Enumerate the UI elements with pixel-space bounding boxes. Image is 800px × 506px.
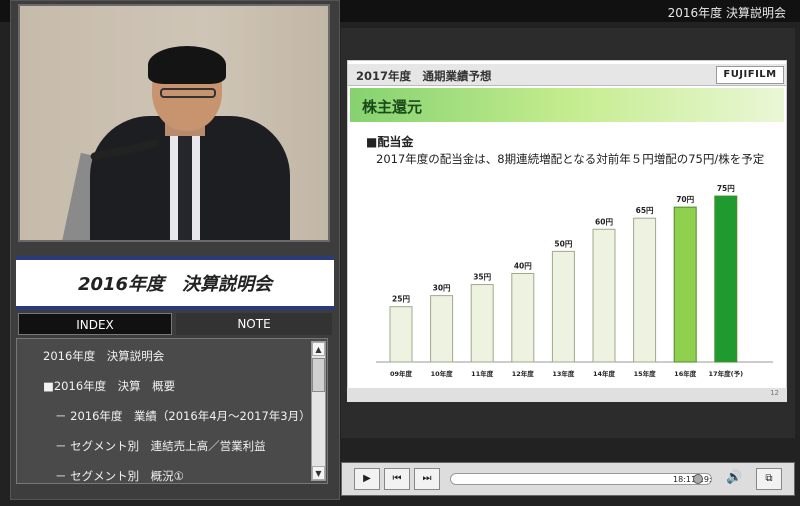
bar-value-label: 65円 bbox=[636, 206, 654, 215]
scroll-down-icon[interactable]: ▼ bbox=[312, 466, 325, 480]
bar-value-label: 30円 bbox=[433, 284, 451, 293]
skip-back-icon[interactable]: ⏮ bbox=[384, 468, 410, 490]
bar-value-label: 40円 bbox=[514, 262, 532, 271]
x-tick-label: 12年度 bbox=[512, 369, 535, 378]
bar-value-label: 75円 bbox=[717, 184, 735, 193]
seek-knob[interactable] bbox=[692, 474, 703, 484]
x-tick-label: 14年度 bbox=[593, 369, 616, 378]
slide-page-number: 12 bbox=[770, 389, 779, 397]
x-tick-label: 13年度 bbox=[552, 369, 575, 378]
fujifilm-logo: FUJIFILM bbox=[716, 66, 784, 84]
x-tick-label: 16年度 bbox=[674, 369, 697, 378]
index-item-3[interactable]: － 2016年度 業績（2016年4月～2017年3月） bbox=[55, 408, 311, 424]
bar-value-label: 60円 bbox=[595, 217, 613, 226]
video-player[interactable] bbox=[18, 4, 330, 242]
index-scrollbar[interactable]: ▲ ▼ bbox=[311, 341, 326, 481]
event-title: 2016年度 決算説明会 bbox=[77, 274, 273, 295]
bar-7 bbox=[673, 206, 697, 363]
x-tick-label: 17年度(予) bbox=[709, 369, 744, 378]
x-tick-label: 11年度 bbox=[471, 369, 494, 378]
bar-4 bbox=[551, 250, 575, 363]
slide-banner: 株主還元 bbox=[350, 88, 784, 122]
bar-3 bbox=[511, 273, 535, 363]
logo-text: FUJIFILM bbox=[723, 69, 777, 80]
slide-banner-title: 株主還元 bbox=[362, 98, 423, 116]
window-mode-icon[interactable]: ⧉ bbox=[756, 468, 782, 490]
window-title: 2016年度 決算説明会 bbox=[667, 6, 786, 20]
dividend-chart: 25円 09年度 30円 10年度 35円 11年度 40円 12年度 50円 13年度 60円 14… bbox=[376, 184, 773, 378]
x-tick-label: 10年度 bbox=[431, 369, 454, 378]
bar-value-label: 25円 bbox=[392, 295, 410, 304]
player-controls: ▶ ⏮ ⏭ 18:11/19: 🔊 ⧉ bbox=[341, 462, 795, 496]
tab-index[interactable]: INDEX bbox=[18, 313, 172, 335]
bar-0 bbox=[389, 306, 413, 363]
video-speaker-hair bbox=[148, 46, 226, 84]
panel-tabs: INDEX NOTE bbox=[16, 313, 334, 335]
x-tick-label: 09年度 bbox=[390, 369, 413, 378]
slide: 2017年度 通期業績予想 FUJIFILM 株主還元 ■配当金 2017年度の… bbox=[347, 60, 787, 402]
bar-value-label: 70円 bbox=[676, 195, 694, 204]
bar-5 bbox=[592, 228, 616, 363]
bar-8 bbox=[714, 195, 738, 363]
video-speaker-glasses bbox=[160, 88, 216, 98]
play-icon[interactable]: ▶ bbox=[354, 468, 380, 490]
bar-value-label: 35円 bbox=[473, 273, 491, 282]
scroll-thumb[interactable] bbox=[312, 358, 325, 392]
bar-2 bbox=[470, 284, 494, 363]
slide-header-title: 2017年度 通期業績予想 bbox=[356, 69, 492, 83]
seek-bar[interactable]: 18:11/19: bbox=[450, 473, 712, 485]
bar-6 bbox=[633, 217, 657, 363]
slide-header: 2017年度 通期業績予想 FUJIFILM bbox=[348, 64, 786, 86]
app-window: 2016年度 決算説明会 2016年度 決算説明会 INDEX NOTE 201… bbox=[0, 0, 800, 506]
tab-note[interactable]: NOTE bbox=[176, 313, 332, 335]
skip-forward-icon[interactable]: ⏭ bbox=[414, 468, 440, 490]
index-item-4[interactable]: － セグメント別 連結売上高／営業利益 bbox=[55, 438, 266, 454]
index-item-2[interactable]: ■2016年度 決算 概要 bbox=[43, 378, 175, 394]
index-item-5[interactable]: － セグメント別 概況① bbox=[55, 468, 184, 483]
volume-icon[interactable]: 🔊 bbox=[726, 470, 742, 485]
event-title-panel: 2016年度 決算説明会 bbox=[16, 256, 334, 310]
index-list: 2016年度 決算説明会 ■2016年度 決算 概要 － 2016年度 業績（2… bbox=[16, 338, 328, 484]
scroll-up-icon[interactable]: ▲ bbox=[312, 342, 325, 356]
bar-1 bbox=[430, 295, 454, 363]
bar-value-label: 50円 bbox=[554, 239, 572, 248]
section-label: ■配当金 bbox=[366, 135, 414, 149]
index-item-1[interactable]: 2016年度 決算説明会 bbox=[43, 348, 164, 364]
x-tick-label: 15年度 bbox=[634, 369, 657, 378]
video-speaker-tie bbox=[178, 131, 192, 240]
slide-footer: 12 bbox=[347, 388, 787, 402]
